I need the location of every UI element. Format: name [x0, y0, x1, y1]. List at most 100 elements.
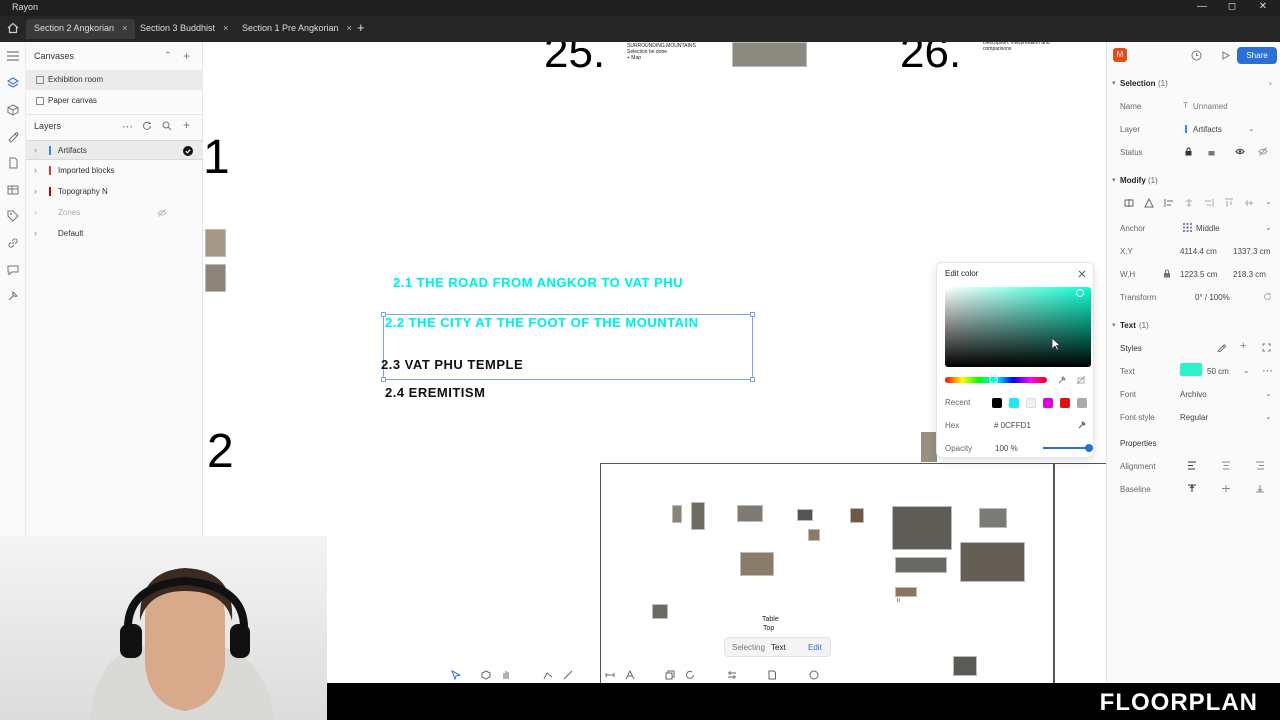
layers-icon[interactable] [7, 77, 19, 89]
section-number-1[interactable]: 1 [203, 130, 230, 185]
chevron-right-icon[interactable]: › [34, 228, 37, 238]
tab-section-1[interactable]: Section 1 Pre Angkorian × [234, 19, 360, 39]
collapse-icon[interactable]: ⌃ [164, 50, 172, 61]
transform-input[interactable]: 0° / 100% [1195, 293, 1230, 302]
recent-swatch-magenta[interactable] [1043, 398, 1053, 408]
artifact-image[interactable] [737, 505, 763, 522]
artifact-image[interactable] [672, 505, 682, 523]
flip-icon[interactable] [1124, 198, 1134, 208]
align-top-icon[interactable] [1224, 198, 1234, 208]
w-input[interactable]: 1223.5 cm [1180, 270, 1217, 279]
menu-icon[interactable] [7, 51, 19, 61]
align-left-icon[interactable] [1164, 198, 1174, 208]
section-number-25[interactable]: 25. [544, 42, 605, 78]
canvas-item-exhibition-room[interactable]: Exhibition room [26, 70, 203, 90]
add-layer-button[interactable]: + [183, 118, 190, 132]
chevron-down-icon[interactable]: ⌄ [1265, 223, 1272, 232]
artifact-image[interactable] [205, 264, 226, 292]
align-right-icon[interactable] [1204, 198, 1214, 208]
close-tab-icon[interactable]: × [122, 23, 127, 33]
text-align-center-icon[interactable] [1221, 461, 1231, 470]
color-picker-handle[interactable] [1076, 289, 1084, 297]
artifact-image[interactable] [732, 42, 807, 67]
close-window-button[interactable]: ✕ [1256, 1, 1270, 12]
eye-off-icon[interactable] [1258, 147, 1268, 156]
close-tab-icon[interactable]: × [223, 23, 228, 33]
line-icon[interactable] [563, 670, 573, 680]
artifact-image[interactable] [979, 508, 1007, 528]
heading-2-1[interactable]: 2.1 THE ROAD FROM ANGKOR TO VAT PHU [393, 275, 683, 290]
eye-icon[interactable] [1235, 147, 1245, 156]
close-icon[interactable] [1078, 270, 1086, 278]
h-input[interactable]: 218.3 cm [1233, 270, 1266, 279]
recent-swatch-gray[interactable] [1077, 398, 1087, 408]
polyline-icon[interactable] [543, 670, 553, 680]
baseline-bottom-icon[interactable] [1255, 484, 1265, 493]
hex-input[interactable]: # 0CFFD1 [994, 421, 1031, 430]
layer-item-default[interactable]: › Default [26, 224, 203, 244]
comment-icon[interactable] [809, 670, 819, 680]
recent-swatch-white[interactable] [1026, 398, 1036, 408]
section-number-26[interactable]: 26. [900, 42, 961, 78]
align-center-icon[interactable] [1184, 198, 1194, 208]
hand-icon[interactable] [501, 670, 511, 680]
layer-item-topography[interactable]: › Topography N [26, 182, 203, 202]
chevron-right-icon[interactable]: › [34, 145, 37, 155]
edit-button[interactable]: Edit [808, 643, 822, 652]
collapse-modify-icon[interactable]: ▾ [1112, 176, 1116, 184]
layer-item-artifacts[interactable]: › Artifacts [26, 140, 203, 160]
avatar[interactable]: M [1113, 48, 1127, 62]
artifact-image[interactable] [740, 552, 774, 576]
layer-item-zones[interactable]: › Zones [26, 203, 203, 223]
heading-2-3[interactable]: 2.3 VAT PHU TEMPLE [381, 357, 523, 372]
more-icon[interactable]: ⋯ [122, 120, 133, 133]
artifact-image[interactable] [652, 604, 668, 619]
layer-select[interactable]: Artifacts [1193, 125, 1222, 134]
anchor-select[interactable]: Middle [1196, 224, 1220, 233]
new-tab-button[interactable]: + [357, 20, 365, 35]
aspect-lock-icon[interactable] [1163, 269, 1171, 278]
share-button[interactable]: Share [1237, 47, 1277, 64]
link-icon[interactable] [7, 237, 19, 249]
hue-handle[interactable] [989, 375, 998, 384]
heading-2-2[interactable]: 2.2 THE CITY AT THE FOOT OF THE MOUNTAIN [385, 315, 698, 330]
recent-swatch-red[interactable] [1060, 398, 1070, 408]
maximize-button[interactable]: ◻ [1225, 1, 1239, 12]
rotate-icon[interactable] [685, 670, 695, 680]
chevron-right-icon[interactable]: › [34, 207, 37, 217]
font-select[interactable]: Archivo [1180, 390, 1207, 399]
lock-icon[interactable] [1184, 147, 1193, 156]
text-align-left-icon[interactable] [1187, 461, 1197, 470]
artifact-image[interactable] [953, 656, 977, 676]
layer-item-imported-blocks[interactable]: › Imported blocks [26, 161, 203, 181]
artifact-image[interactable] [895, 557, 947, 573]
eyedropper-icon[interactable] [1057, 375, 1067, 385]
paint-icon[interactable] [7, 131, 19, 143]
minimize-button[interactable]: — [1195, 1, 1209, 12]
tab-section-3[interactable]: Section 3 Buddhist × [132, 19, 236, 39]
fontstyle-select[interactable]: Regular [1180, 413, 1208, 422]
copy-icon[interactable] [665, 670, 675, 680]
hidden-eye-icon[interactable] [157, 208, 167, 218]
baseline-top-icon[interactable] [1187, 484, 1197, 493]
pipette-icon[interactable] [1077, 420, 1087, 430]
play-icon[interactable] [1220, 50, 1231, 61]
recent-swatch-black[interactable] [992, 398, 1002, 408]
chevron-right-icon[interactable]: › [34, 165, 37, 175]
collapse-text-icon[interactable]: ▾ [1112, 321, 1116, 329]
document-icon[interactable] [7, 157, 19, 169]
no-fill-icon[interactable] [1076, 375, 1086, 385]
text-color-swatch[interactable] [1180, 363, 1202, 376]
adjust-icon[interactable] [727, 670, 737, 680]
x-input[interactable]: 4114.4 cm [1180, 247, 1217, 256]
name-input[interactable]: Unnamed [1193, 102, 1228, 111]
chevron-right-icon[interactable]: › [1269, 78, 1272, 88]
section-26-note[interactable]: Description, interpretation and comparis… [983, 42, 1050, 52]
artifact-image[interactable] [850, 508, 864, 523]
section-number-2[interactable]: 2 [207, 424, 234, 479]
chevron-down-icon[interactable]: ⌄ [1265, 412, 1272, 421]
add-canvas-button[interactable]: + [183, 49, 190, 63]
align-middle-icon[interactable] [1244, 198, 1254, 208]
floorplan-room[interactable] [1054, 463, 1106, 683]
home-icon[interactable] [7, 22, 19, 34]
